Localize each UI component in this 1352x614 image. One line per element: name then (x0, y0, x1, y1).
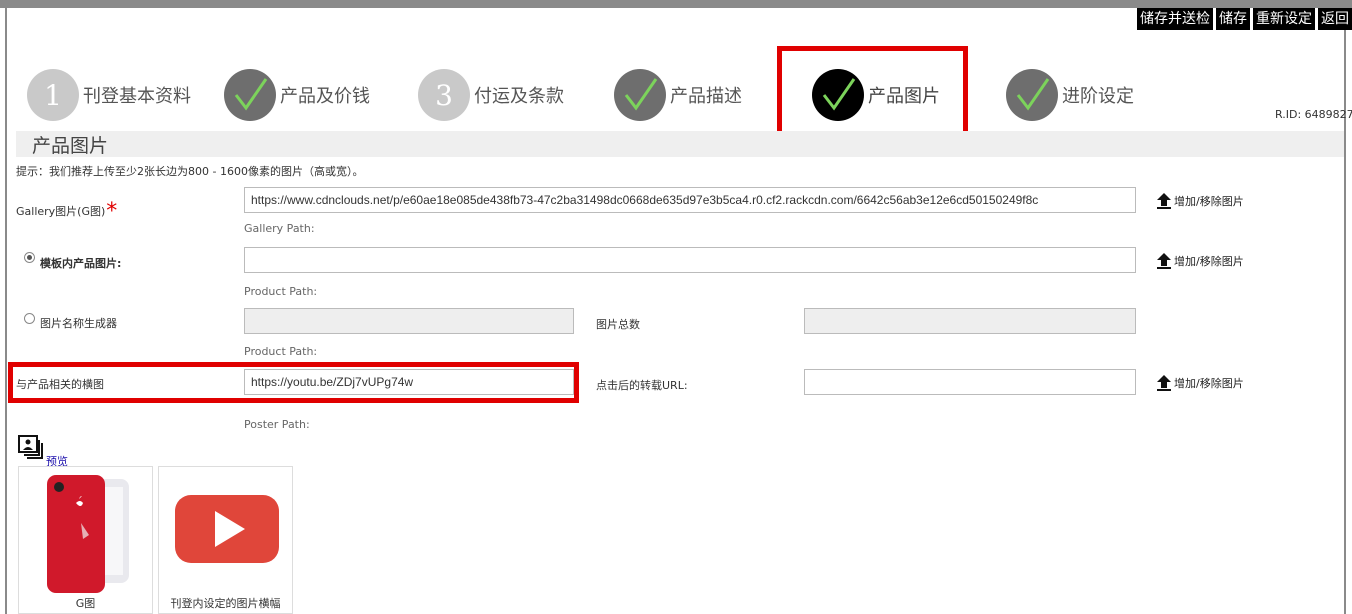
step-product-price[interactable]: 产品及价钱 (224, 68, 370, 122)
youtube-play-icon (175, 495, 279, 563)
back-button[interactable]: 返回 (1318, 8, 1352, 30)
template-image-label: 模板内产品图片: (40, 257, 122, 270)
banner-upload-button[interactable]: 增加/移除图片 (1156, 375, 1244, 391)
frame-border-right (1344, 8, 1346, 614)
step-basic-info[interactable]: 1 刊登基本资料 (27, 68, 191, 122)
upload-icon (1156, 253, 1172, 269)
save-and-check-button[interactable]: 储存并送检 (1137, 8, 1213, 30)
top-frame-bar (0, 0, 1352, 8)
gallery-path-caption: Gallery Path: (244, 222, 315, 235)
checkmark-icon (1006, 69, 1058, 121)
record-id: R.ID: 6489827 (1275, 108, 1352, 121)
upload-label: 增加/移除图片 (1174, 255, 1244, 268)
checkmark-icon (224, 69, 276, 121)
upload-label: 增加/移除图片 (1174, 195, 1244, 208)
name-generator-input[interactable] (244, 308, 574, 334)
step-label: 付运及条款 (474, 86, 564, 107)
red-phone-image (47, 475, 129, 593)
template-upload-button[interactable]: 增加/移除图片 (1156, 253, 1244, 269)
step-label: 进阶设定 (1062, 86, 1134, 107)
thumbnail-caption: 刊登内设定的图片横幅 (170, 597, 281, 610)
step-product-description[interactable]: 产品描述 (614, 68, 742, 122)
template-image-radio[interactable] (24, 252, 35, 263)
section-header-bar (16, 131, 1344, 157)
step-shipping-terms[interactable]: 3 付运及条款 (418, 68, 564, 122)
step-number-icon: 3 (418, 69, 470, 121)
required-mark: * (106, 199, 118, 224)
checkmark-icon (614, 69, 666, 121)
gallery-label-text: Gallery图片(G图) (16, 205, 106, 218)
click-url-label: 点击后的转载URL: (596, 379, 688, 392)
image-count-input[interactable] (804, 308, 1136, 334)
action-toolbar: 储存并送检 储存 重新设定 返回 (1137, 8, 1352, 30)
gallery-thumbnail[interactable]: G图 (18, 466, 153, 614)
upload-icon (1156, 193, 1172, 209)
gallery-preview-icon (18, 435, 43, 459)
gallery-upload-button[interactable]: 增加/移除图片 (1156, 193, 1244, 209)
reset-button[interactable]: 重新设定 (1253, 8, 1315, 30)
click-url-input[interactable] (804, 369, 1136, 395)
step-label: 产品及价钱 (280, 86, 370, 107)
upload-icon (1156, 375, 1172, 391)
image-hint-text: 提示：我们推荐上传至少2张长边为800 - 1600像素的图片（高或宽）。 (16, 165, 364, 178)
frame-border-left (5, 8, 7, 614)
step-number-icon: 1 (27, 69, 79, 121)
image-count-label: 图片总数 (596, 318, 640, 331)
product-path-caption-2: Product Path: (244, 345, 318, 358)
step-label: 刊登基本资料 (83, 86, 191, 107)
section-title: 产品图片 (32, 135, 109, 157)
gallery-path-input[interactable]: https://www.cdnclouds.net/p/e60ae18e085d… (244, 187, 1136, 213)
name-generator-label: 图片名称生成器 (40, 317, 117, 330)
step-advanced-settings[interactable]: 进阶设定 (1006, 68, 1134, 122)
template-image-input[interactable] (244, 247, 1136, 273)
gallery-label: Gallery图片(G图)* (16, 196, 118, 224)
upload-label: 增加/移除图片 (1174, 377, 1244, 390)
name-generator-radio[interactable] (24, 313, 35, 324)
save-button[interactable]: 储存 (1216, 8, 1250, 30)
step-label: 产品描述 (670, 86, 742, 107)
banner-thumbnail[interactable]: 刊登内设定的图片横幅 (158, 466, 293, 614)
thumbnail-caption: G图 (75, 597, 96, 610)
highlight-banner-row (8, 362, 579, 403)
product-path-caption: Product Path: (244, 285, 318, 298)
poster-path-caption: Poster Path: (244, 418, 310, 431)
